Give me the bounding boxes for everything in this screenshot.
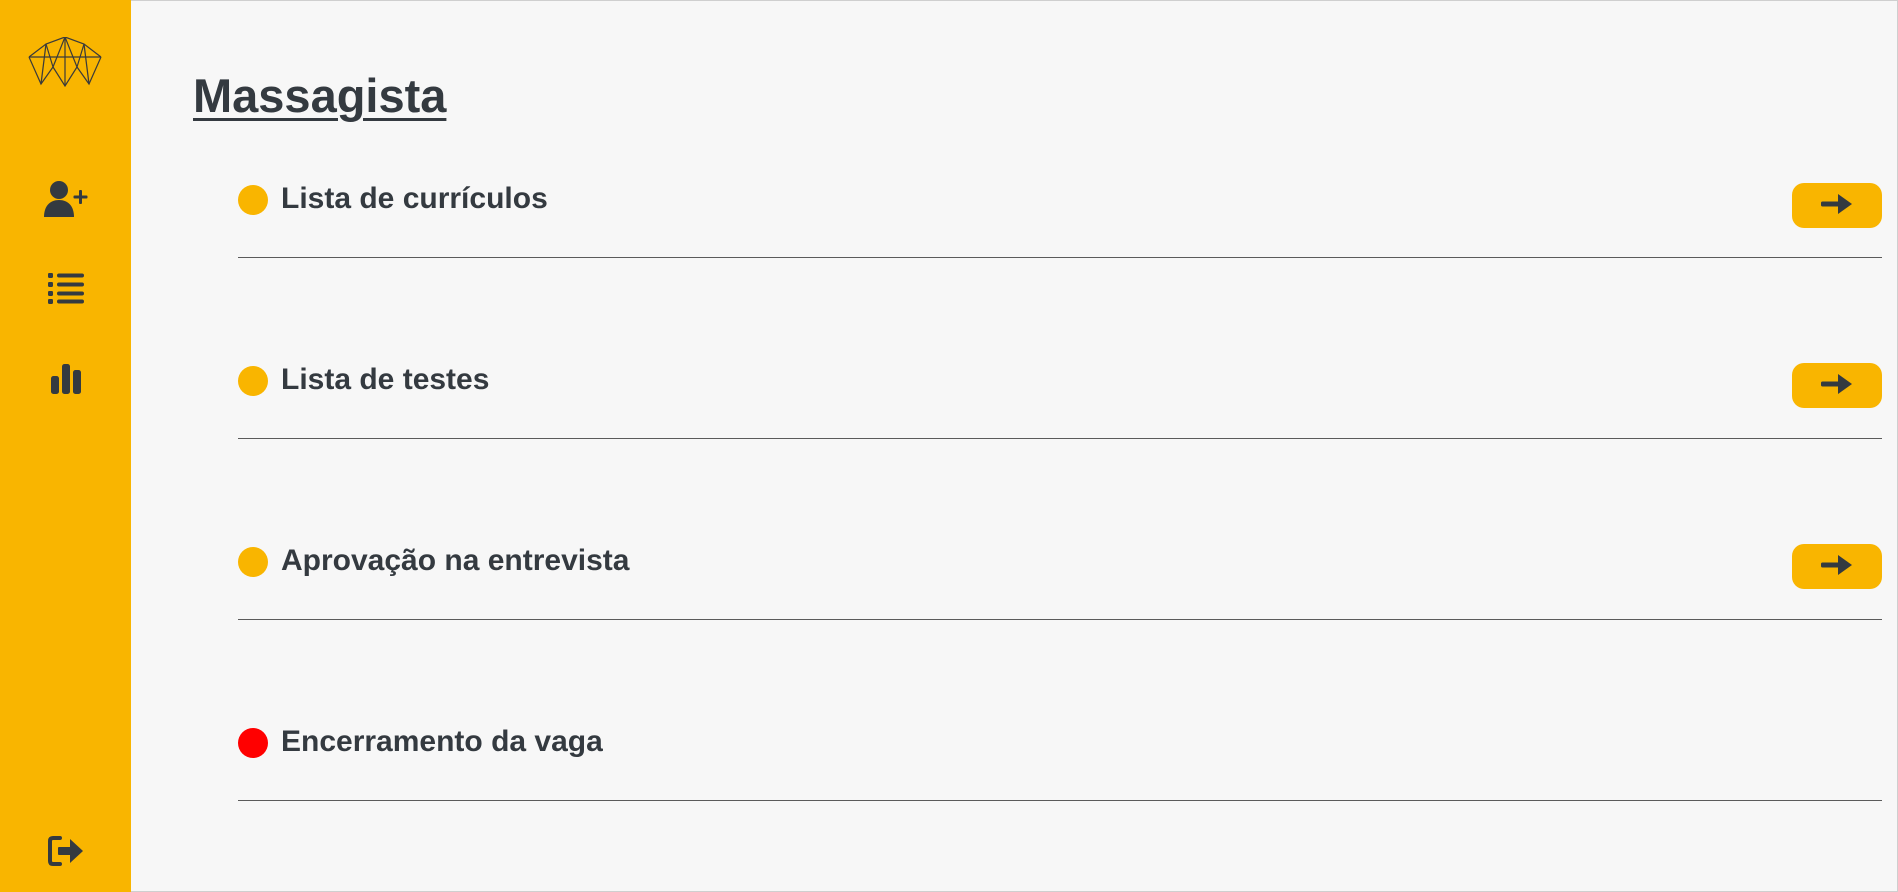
status-dot [238,547,268,577]
main-content: Massagista Lista de currículos Lista de … [131,0,1898,892]
open-step-button[interactable] [1792,363,1882,408]
step-row-entrevista: Aprovação na entrevista [238,519,1882,620]
arrow-right-icon [1821,554,1853,579]
page-title: Massagista [193,69,447,122]
open-step-button[interactable] [1792,183,1882,228]
open-step-button[interactable] [1792,544,1882,589]
user-plus-icon [43,180,89,218]
step-label: Encerramento da vaga [281,725,603,758]
status-dot [238,366,268,396]
logout-button[interactable] [36,823,96,879]
step-row-encerramento: Encerramento da vaga [238,700,1882,801]
sidebar-item-list[interactable] [36,260,96,316]
sign-out-icon [47,835,85,867]
arrow-right-icon [1821,193,1853,218]
sidebar-item-add-candidate[interactable] [36,171,96,227]
step-label: Lista de currículos [281,182,548,215]
status-dot [238,185,268,215]
list-icon [48,272,84,304]
sidebar-item-reports[interactable] [36,350,96,406]
arrow-right-icon [1821,373,1853,398]
sidebar [0,0,131,892]
logo-icon [28,36,102,91]
step-row-curriculos: Lista de currículos [238,157,1882,258]
status-dot [238,728,268,758]
bar-chart-icon [50,362,82,394]
step-row-testes: Lista de testes [238,338,1882,439]
step-label: Aprovação na entrevista [281,544,630,577]
step-label: Lista de testes [281,363,490,396]
